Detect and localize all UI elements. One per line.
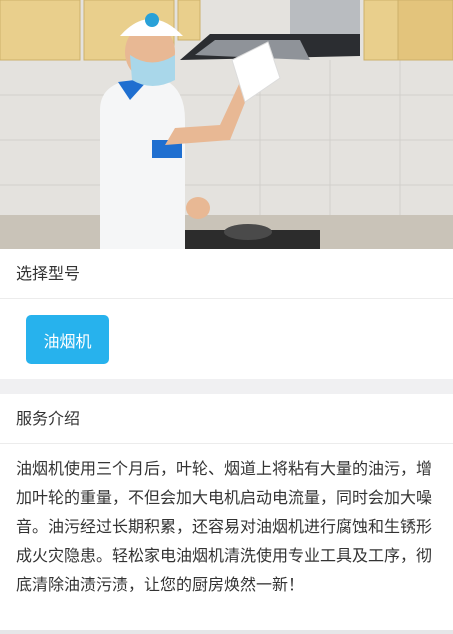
model-option-range-hood[interactable]: 油烟机 — [26, 315, 109, 364]
service-intro-section: 服务介绍 油烟机使用三个月后，叶轮、烟道上将粘有大量的油污，增加叶轮的重量，不但… — [0, 394, 453, 630]
select-model-title: 选择型号 — [0, 249, 453, 299]
service-intro-title: 服务介绍 — [0, 394, 453, 444]
bottom-divider — [0, 630, 453, 634]
hero-image — [0, 0, 453, 249]
service-intro-text: 油烟机使用三个月后，叶轮、烟道上将粘有大量的油污，增加叶轮的重量，不但会加大电机… — [16, 459, 433, 594]
select-model-section: 选择型号 油烟机 — [0, 249, 453, 379]
